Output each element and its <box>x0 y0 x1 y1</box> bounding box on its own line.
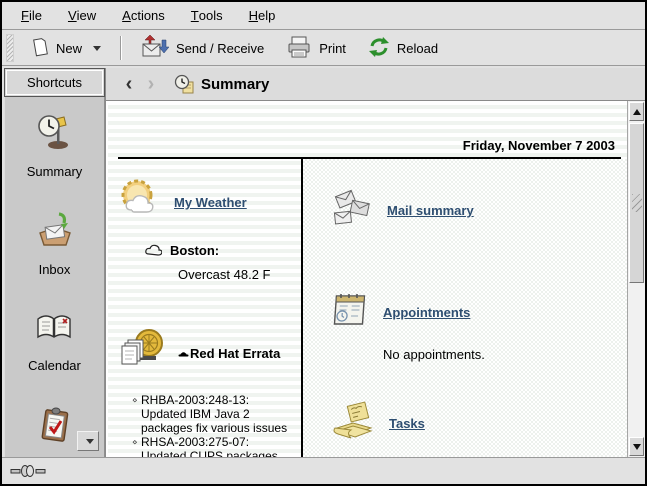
left-column: My Weather Boston: Overcast 48.2 F <box>118 161 301 457</box>
summary-canvas: Friday, November 7 2003 My Weather Bosto… <box>108 101 627 457</box>
notes-stack-icon <box>329 398 379 449</box>
menu-bar: File View Actions Tools Help <box>2 2 645 30</box>
tasks-link[interactable]: Tasks <box>389 416 425 431</box>
summary-clock-icon <box>36 113 74 156</box>
menu-help-mnemonic: H <box>249 8 258 23</box>
shortcuts-header-button[interactable]: Shortcuts <box>4 68 105 97</box>
tasks-clipboard-icon <box>36 405 74 450</box>
menu-help[interactable]: Help <box>236 2 289 29</box>
print-icon <box>286 36 312 61</box>
weather-location-label: Boston: <box>170 243 219 258</box>
menu-file[interactable]: File <box>8 2 55 29</box>
menu-actions-mnemonic: A <box>122 8 131 23</box>
appointments-link[interactable]: Appointments <box>383 305 470 320</box>
small-cloud-icon <box>144 242 162 259</box>
sun-cloud-icon <box>118 177 164 228</box>
errata-item-id: RHBA-2003:248-13: <box>141 393 290 407</box>
errata-title-row: Red Hat Errata <box>178 346 280 361</box>
mail-summary-link[interactable]: Mail summary <box>387 203 474 218</box>
print-button[interactable]: Print <box>277 31 355 66</box>
menu-tools[interactable]: Tools <box>178 2 236 29</box>
reload-label: Reload <box>397 41 438 56</box>
menu-help-label: elp <box>258 8 275 23</box>
errata-papers-icon <box>118 326 168 381</box>
errata-item: RHBA-2003:248-13: Updated IBM Java 2 pac… <box>132 393 290 435</box>
shortcuts-header-label: Shortcuts <box>27 75 82 90</box>
print-label: Print <box>319 41 346 56</box>
right-column: Mail summary Appointments No appointment… <box>303 159 627 457</box>
sidebar-item-summary-label: Summary <box>27 164 83 179</box>
send-receive-label: Send / Receive <box>176 41 264 56</box>
my-weather-link[interactable]: My Weather <box>174 195 247 210</box>
evolution-window: { "menu": { "items": [ {"key":"F","rest"… <box>0 0 647 486</box>
no-appointments-message: No appointments. <box>383 347 627 362</box>
triangle-up-icon <box>633 109 641 115</box>
sidebar-item-inbox-label: Inbox <box>39 262 71 277</box>
folder-header: ‹ › Summary <box>105 68 645 101</box>
menu-view[interactable]: View <box>55 2 109 29</box>
tasks-section-header: Tasks <box>329 398 627 449</box>
new-button-label: New <box>56 41 82 56</box>
toolbar-drag-handle[interactable] <box>6 34 14 62</box>
online-connector-icon[interactable] <box>10 464 46 478</box>
red-hat-icon <box>178 349 189 359</box>
menu-view-label: iew <box>77 8 97 23</box>
toolbar-separator <box>120 36 122 60</box>
scroll-down-button[interactable] <box>629 437 644 456</box>
weather-location-row: Boston: <box>144 242 301 259</box>
appointments-calendar-icon <box>329 288 373 337</box>
menu-actions-label: ctions <box>131 8 165 23</box>
errata-item: RHSA-2003:275-07: Updated CUPS packages … <box>132 435 290 457</box>
menu-file-mnemonic: F <box>21 8 29 23</box>
triangle-down-icon <box>633 444 641 450</box>
scrollbar-thumb[interactable] <box>629 123 644 283</box>
errata-item-desc: Updated IBM Java 2 packages fix various … <box>141 407 290 435</box>
status-bar <box>2 457 645 484</box>
menu-tools-mnemonic: T <box>191 8 199 23</box>
errata-list: RHBA-2003:248-13: Updated IBM Java 2 pac… <box>132 393 290 457</box>
current-date: Friday, November 7 2003 <box>463 138 615 153</box>
menu-actions[interactable]: Actions <box>109 2 178 29</box>
errata-item-id: RHSA-2003:275-07: <box>141 435 290 449</box>
shortcuts-scroll-down-button[interactable] <box>77 431 99 451</box>
toolbar: New Send / Receive Print Reload <box>2 31 645 66</box>
inbox-envelope-icon <box>35 211 75 254</box>
scroll-up-button[interactable] <box>629 102 644 121</box>
calendar-book-icon <box>34 309 74 350</box>
sidebar-item-inbox[interactable]: Inbox <box>35 211 75 277</box>
weather-section-header: My Weather <box>118 177 301 228</box>
forward-button[interactable]: › <box>140 74 162 94</box>
errata-item-desc: Updated CUPS packages fix denial of serv… <box>141 449 290 457</box>
envelopes-icon <box>329 185 377 236</box>
reload-button[interactable]: Reload <box>359 31 447 66</box>
chevron-down-icon <box>93 46 101 51</box>
new-button[interactable]: New <box>22 32 110 65</box>
menu-view-mnemonic: V <box>68 8 77 23</box>
chevron-down-icon <box>86 439 94 444</box>
sidebar-item-summary[interactable]: Summary <box>27 113 83 179</box>
reload-icon <box>368 36 390 61</box>
weather-condition: Overcast 48.2 F <box>178 267 301 282</box>
summary-folder-icon <box>174 74 195 95</box>
menu-file-label: ile <box>29 8 42 23</box>
sidebar-item-calendar-label: Calendar <box>28 358 81 373</box>
errata-section-header: Red Hat Errata <box>118 326 301 381</box>
mail-section-header: Mail summary <box>329 185 627 236</box>
send-receive-button[interactable]: Send / Receive <box>132 30 273 66</box>
send-receive-icon <box>141 35 169 61</box>
page-title: Summary <box>201 76 269 93</box>
summary-view: Friday, November 7 2003 My Weather Bosto… <box>105 101 645 457</box>
new-document-icon <box>31 37 49 60</box>
back-button[interactable]: ‹ <box>118 74 140 94</box>
errata-title: Red Hat Errata <box>190 346 280 361</box>
appointments-section-header: Appointments <box>329 288 627 337</box>
vertical-scrollbar[interactable] <box>627 101 645 457</box>
menu-tools-label: ools <box>199 8 223 23</box>
scrollbar-grip <box>632 194 642 212</box>
sidebar-item-calendar[interactable]: Calendar <box>28 309 81 373</box>
shortcuts-panel: Summary Inbox Calendar <box>4 97 105 457</box>
